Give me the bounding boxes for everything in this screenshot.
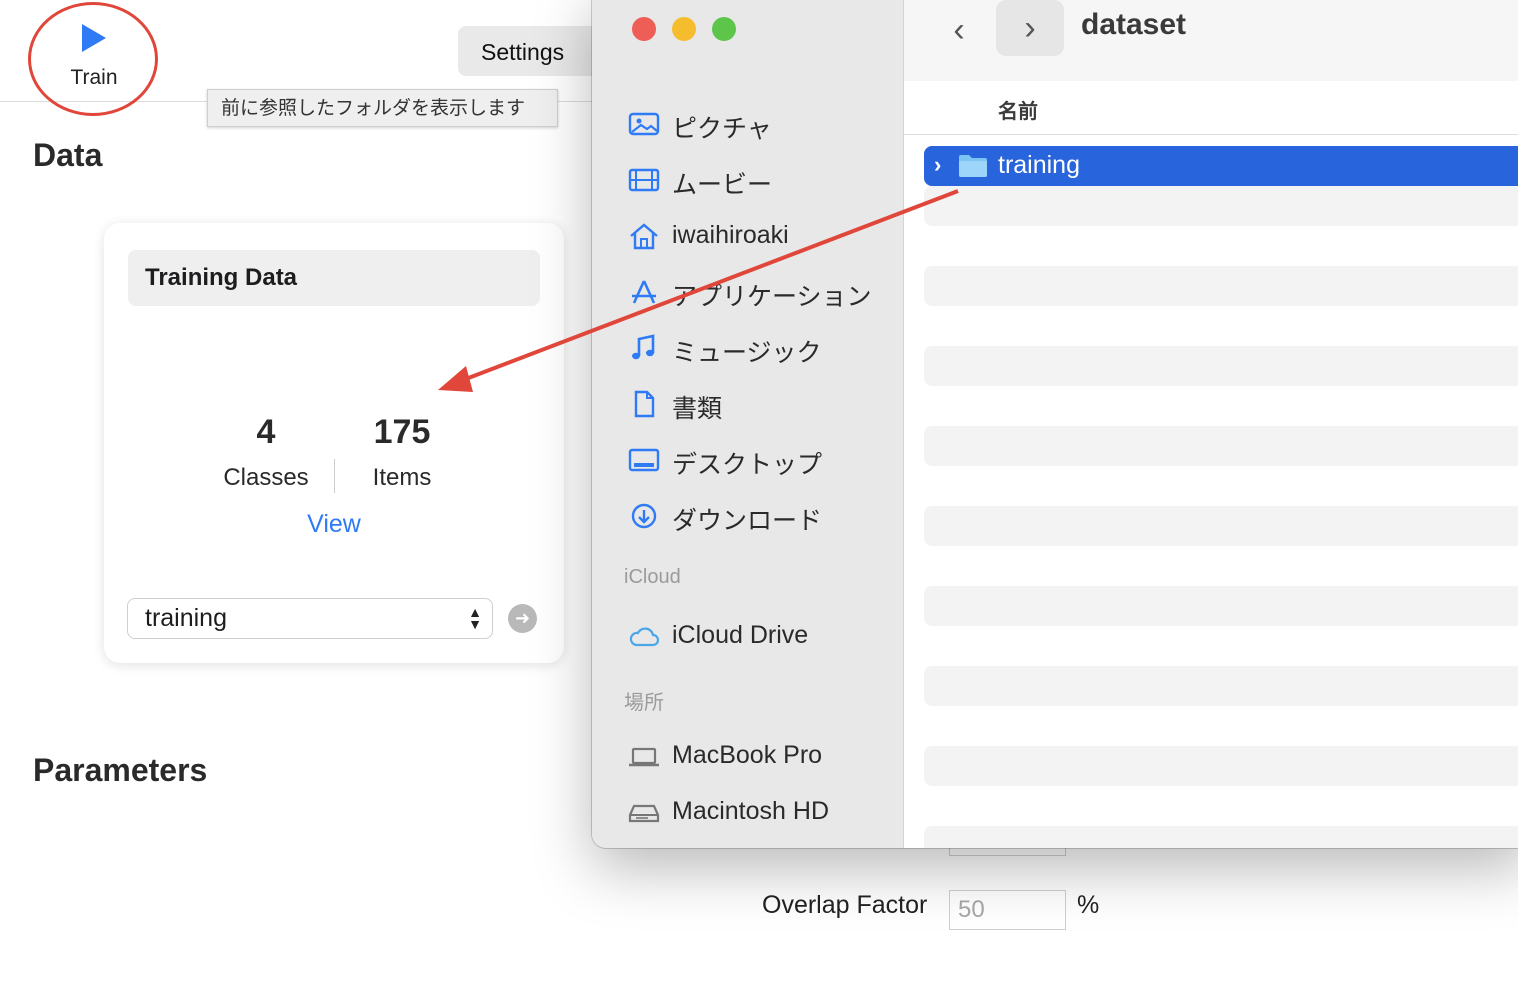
column-header-label: 名前 — [998, 101, 1038, 123]
chevron-left-icon[interactable]: ‹ — [944, 10, 974, 50]
training-data-card: Training Data 4 Classes 175 Items View t… — [104, 223, 564, 663]
minimize-window-button[interactable] — [672, 17, 696, 41]
sidebar-item-label: アプリケーション — [672, 283, 872, 311]
disclosure-chevron-icon[interactable]: › — [934, 152, 941, 178]
sidebar-item-label: ピクチャ — [672, 115, 772, 143]
overlap-factor-input[interactable]: 50 — [949, 890, 1066, 930]
overlap-unit: % — [1077, 891, 1100, 919]
overlap-factor-label: Overlap Factor — [762, 891, 928, 919]
close-window-button[interactable] — [632, 17, 656, 41]
sidebar-item-music[interactable]: ミュージック — [628, 328, 898, 368]
stat-divider — [334, 459, 335, 493]
zoom-window-button[interactable] — [712, 17, 736, 41]
list-row-empty — [924, 346, 1518, 386]
section-title-data: Data — [33, 137, 103, 173]
home-icon — [630, 223, 658, 250]
sidebar-item-label: MacBook Pro — [672, 741, 823, 769]
sidebar-item-downloads[interactable]: ダウンロード — [628, 496, 898, 536]
sidebar-item-label: ダウンロード — [672, 507, 823, 535]
list-row-empty — [924, 506, 1518, 546]
sidebar-item-macintosh-hd[interactable]: Macintosh HD — [628, 792, 898, 832]
music-note-icon — [632, 334, 655, 360]
train-label: Train — [70, 66, 118, 89]
items-label: Items — [372, 464, 432, 491]
sidebar-item-icloud-drive[interactable]: iCloud Drive — [628, 616, 898, 656]
chevron-up-down-icon: ▲ ▼ — [468, 604, 482, 632]
list-row-empty — [924, 426, 1518, 466]
classes-label: Classes — [223, 464, 309, 491]
list-row-empty — [924, 666, 1518, 706]
sidebar-item-documents[interactable]: 書類 — [628, 384, 898, 424]
applications-icon — [632, 280, 656, 304]
open-file-panel: ピクチャ ムービー iwaihiroaki アプリケーション ミュージック 書類… — [592, 0, 1518, 848]
panel-sidebar: ピクチャ ムービー iwaihiroaki アプリケーション ミュージック 書類… — [592, 0, 904, 848]
panel-toolbar: ‹ › dataset — [904, 0, 1518, 82]
sidebar-item-label: Macintosh HD — [672, 797, 829, 825]
sidebar-item-label: デスクトップ — [672, 451, 823, 479]
hard-drive-icon — [628, 804, 660, 823]
desktop-icon — [628, 448, 660, 472]
list-row-empty — [924, 746, 1518, 786]
cloud-icon — [629, 627, 660, 647]
training-source-select[interactable]: training ▲ ▼ — [127, 598, 493, 639]
sidebar-item-pictures[interactable]: ピクチャ — [628, 104, 898, 144]
sidebar-header-icloud: iCloud — [624, 566, 681, 588]
sidebar-item-macbook-pro[interactable]: MacBook Pro — [628, 736, 898, 776]
sidebar-item-home[interactable]: iwaihiroaki — [628, 216, 898, 256]
view-link[interactable]: View — [284, 510, 384, 539]
laptop-icon — [629, 747, 659, 767]
column-header-name[interactable]: 名前 — [904, 81, 1518, 135]
sidebar-item-movies[interactable]: ムービー — [628, 160, 898, 200]
list-row-empty — [924, 586, 1518, 626]
sidebar-item-label: 書類 — [672, 395, 723, 423]
tooltip: 前に参照したフォルダを表示します — [207, 89, 558, 127]
sidebar-item-desktop[interactable]: デスクトップ — [628, 440, 898, 480]
section-title-parameters: Parameters — [33, 752, 208, 788]
sidebar-item-label: ミュージック — [672, 339, 822, 367]
chevron-right-icon[interactable]: › — [996, 0, 1064, 56]
sidebar-item-applications[interactable]: アプリケーション — [628, 272, 898, 312]
current-folder-title: dataset — [1081, 8, 1187, 41]
sidebar-header-locations: 場所 — [624, 692, 664, 714]
list-row-empty — [924, 266, 1518, 306]
items-count: 175 — [373, 413, 431, 451]
file-row-training[interactable]: › training — [924, 146, 1518, 186]
document-icon — [634, 390, 655, 418]
classes-count: 4 — [256, 413, 276, 451]
file-name: training — [998, 151, 1080, 179]
card-title: Training Data — [128, 250, 540, 306]
select-value: training — [145, 604, 227, 632]
arrow-right-circle-icon[interactable]: ➜ — [508, 604, 537, 633]
sidebar-item-label: iwaihiroaki — [672, 221, 789, 249]
sidebar-item-label: ムービー — [672, 171, 773, 199]
play-icon — [82, 24, 106, 52]
photo-icon — [628, 112, 660, 136]
film-icon — [628, 168, 660, 192]
train-button[interactable]: Train — [62, 18, 126, 98]
list-row-empty — [924, 826, 1518, 848]
list-row-empty — [924, 186, 1518, 226]
folder-icon — [959, 155, 987, 177]
download-icon — [631, 503, 657, 529]
sidebar-item-label: iCloud Drive — [672, 621, 809, 649]
tab-settings[interactable]: Settings — [458, 26, 600, 76]
